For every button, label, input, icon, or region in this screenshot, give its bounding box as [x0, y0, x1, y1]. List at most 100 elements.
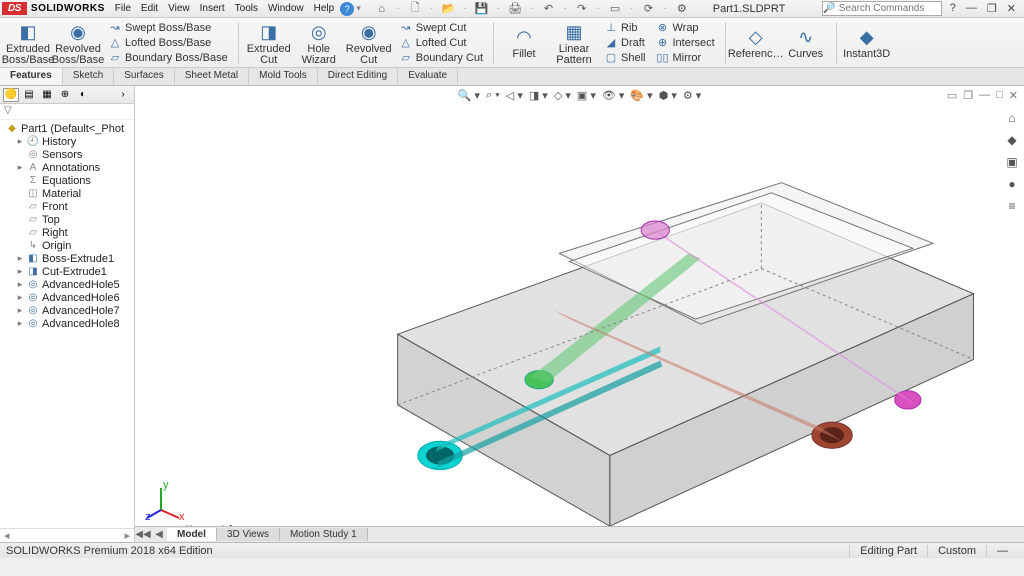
cmd-tab-sketch[interactable]: Sketch — [63, 68, 115, 85]
boss-extrude1-node[interactable]: ▸◧Boss-Extrude1 — [2, 252, 132, 265]
viewport-min-icon[interactable]: — — [979, 89, 990, 102]
curves-button[interactable]: ∿Curves — [782, 25, 830, 60]
fm-tab-config[interactable]: ▦ — [39, 88, 55, 102]
wrap-item[interactable]: ⊗Wrap — [655, 21, 714, 35]
rebuild-icon[interactable]: ⟳ — [641, 2, 655, 16]
zoom-area-icon[interactable]: ⌕ ▾ — [486, 89, 500, 102]
bottom-tab-motion-study-1[interactable]: Motion Study 1 — [280, 528, 368, 541]
zoom-fit-icon[interactable]: 🔍 ▾ — [458, 89, 480, 102]
lofted-boss-item[interactable]: △Lofted Boss/Base — [108, 36, 228, 50]
view-settings-icon[interactable]: ⚙ ▾ — [683, 89, 701, 102]
draft-item[interactable]: ◢Draft — [604, 36, 645, 50]
advhole8-node[interactable]: ▸◎AdvancedHole8 — [2, 317, 132, 330]
colors-icon[interactable]: ● — [1004, 176, 1020, 192]
boundary-boss-item[interactable]: ▱Boundary Boss/Base — [108, 51, 228, 65]
extruded-cut-button[interactable]: ◨ExtrudedCut — [245, 20, 293, 66]
reference-geom-button[interactable]: ◇Referenc… — [732, 25, 780, 60]
mirror-item[interactable]: ▯▯Mirror — [655, 51, 714, 65]
cmd-tab-evaluate[interactable]: Evaluate — [398, 68, 458, 85]
fm-collapse-icon[interactable]: › — [115, 88, 131, 102]
sensors-node[interactable]: ◎Sensors — [2, 148, 132, 161]
open-icon[interactable]: 📂 — [441, 2, 455, 16]
fm-tab-dim[interactable]: ⊕ — [57, 88, 73, 102]
advhole6-node[interactable]: ▸◎AdvancedHole6 — [2, 291, 132, 304]
filter-row[interactable]: ▽ — [0, 104, 134, 120]
motion-nav-arrow[interactable]: ◀ — [151, 529, 167, 540]
appearances-icon[interactable]: ◆ — [1004, 132, 1020, 148]
viewport-max-icon[interactable]: □ — [996, 89, 1003, 102]
lofted-cut-item[interactable]: △Lofted Cut — [399, 36, 483, 50]
home-icon[interactable]: ⌂ — [375, 2, 389, 16]
menu-view[interactable]: View — [168, 3, 190, 14]
hole-wizard-button[interactable]: ◎HoleWizard — [295, 20, 343, 66]
extruded-boss-button[interactable]: ◧ExtrudedBoss/Base — [4, 20, 52, 66]
advhole5-node[interactable]: ▸◎AdvancedHole5 — [2, 278, 132, 291]
origin-node[interactable]: ↳Origin — [2, 239, 132, 252]
cmd-tab-direct-editing[interactable]: Direct Editing — [318, 68, 398, 85]
search-commands-input[interactable] — [822, 1, 942, 16]
revolved-cut-button[interactable]: ◉RevolvedCut — [345, 20, 393, 66]
cmd-tab-sheet-metal[interactable]: Sheet Metal — [175, 68, 249, 85]
status-units[interactable]: Custom — [927, 545, 986, 557]
cmd-tab-mold-tools[interactable]: Mold Tools — [249, 68, 318, 85]
save-icon[interactable]: 💾 — [475, 2, 489, 16]
fm-tab-display[interactable]: ◐ — [75, 88, 91, 102]
print-icon[interactable]: 🖨 — [508, 2, 522, 16]
help-bubble-icon[interactable]: ? — [340, 2, 354, 16]
bottom-tab-model[interactable]: Model — [167, 528, 217, 541]
menu-window[interactable]: Window — [268, 3, 304, 14]
status-extra[interactable]: — — [986, 545, 1018, 557]
graphics-viewport[interactable]: 🔍 ▾⌕ ▾◁ ▾◨ ▾◇ ▾▣ ▾👁 ▾🎨 ▾⬢ ▾⚙ ▾ ▭ ❐ — □ ✕… — [135, 86, 1024, 542]
equations-node[interactable]: ΣEquations — [2, 174, 132, 187]
panel-scroll[interactable]: ◂▸ — [0, 528, 134, 542]
swept-boss-item[interactable]: ↝Swept Boss/Base — [108, 21, 228, 35]
revolved-boss-button[interactable]: ◉RevolvedBoss/Base — [54, 20, 102, 66]
motion-nav-arrow[interactable]: ◀◀ — [135, 529, 151, 540]
menu-insert[interactable]: Insert — [200, 3, 225, 14]
edit-appearance-icon[interactable]: 🎨 ▾ — [630, 89, 652, 102]
section-view-icon[interactable]: ◨ ▾ — [529, 89, 548, 102]
viewport-close-icon[interactable]: ✕ — [1009, 89, 1018, 102]
cut-extrude1-node[interactable]: ▸◨Cut-Extrude1 — [2, 265, 132, 278]
undo-icon[interactable]: ↶ — [541, 2, 555, 16]
custom-props-icon[interactable]: ≡ — [1004, 198, 1020, 214]
home-scene-icon[interactable]: ⌂ — [1004, 110, 1020, 126]
prev-view-icon[interactable]: ◁ ▾ — [506, 89, 523, 102]
fillet-button[interactable]: ◠Fillet — [500, 25, 548, 60]
bottom-tab-3d-views[interactable]: 3D Views — [217, 528, 280, 541]
front-plane-node[interactable]: ▱Front — [2, 200, 132, 213]
annotations-node[interactable]: ▸AAnnotations — [2, 161, 132, 174]
cmd-tab-features[interactable]: Features — [0, 68, 63, 85]
menu-edit[interactable]: Edit — [141, 3, 158, 14]
shell-item[interactable]: ▢Shell — [604, 51, 645, 65]
advhole7-node[interactable]: ▸◎AdvancedHole7 — [2, 304, 132, 317]
new-icon[interactable]: 🗋 — [408, 2, 422, 16]
help-dropdown-icon[interactable]: ▾ — [356, 3, 361, 14]
swept-cut-item[interactable]: ↝Swept Cut — [399, 21, 483, 35]
rib-item[interactable]: ⊥Rib — [604, 21, 645, 35]
instant3d-button[interactable]: ◆Instant3D — [843, 25, 891, 60]
top-plane-node[interactable]: ▱Top — [2, 213, 132, 226]
viewport-tile-icon[interactable]: ▭ — [947, 89, 957, 102]
material-node[interactable]: ◫Material — [2, 187, 132, 200]
menu-tools[interactable]: Tools — [235, 3, 258, 14]
hide-show-icon[interactable]: 👁 ▾ — [602, 89, 625, 102]
redo-icon[interactable]: ↷ — [575, 2, 589, 16]
select-icon[interactable]: ▭ — [608, 2, 622, 16]
intersect-item[interactable]: ⊕Intersect — [655, 36, 714, 50]
history-node[interactable]: ▸🕘History — [2, 135, 132, 148]
close-button[interactable]: ✕ — [1007, 2, 1016, 15]
menu-file[interactable]: File — [115, 3, 131, 14]
display-style-icon[interactable]: ▣ ▾ — [577, 89, 596, 102]
help-q-icon[interactable]: ? — [950, 2, 956, 15]
boundary-cut-item[interactable]: ▱Boundary Cut — [399, 51, 483, 65]
decals-icon[interactable]: ▣ — [1004, 154, 1020, 170]
linear-pattern-button[interactable]: ▦LinearPattern — [550, 20, 598, 66]
options-icon[interactable]: ⚙ — [675, 2, 689, 16]
cmd-tab-surfaces[interactable]: Surfaces — [114, 68, 174, 85]
viewport-restore-icon[interactable]: ❐ — [963, 89, 973, 102]
tree-root[interactable]: ◆Part1 (Default<_Phot — [2, 122, 132, 135]
menu-help[interactable]: Help — [314, 3, 335, 14]
restore-button[interactable]: ❐ — [987, 2, 997, 15]
apply-scene-icon[interactable]: ⬢ ▾ — [659, 89, 677, 102]
